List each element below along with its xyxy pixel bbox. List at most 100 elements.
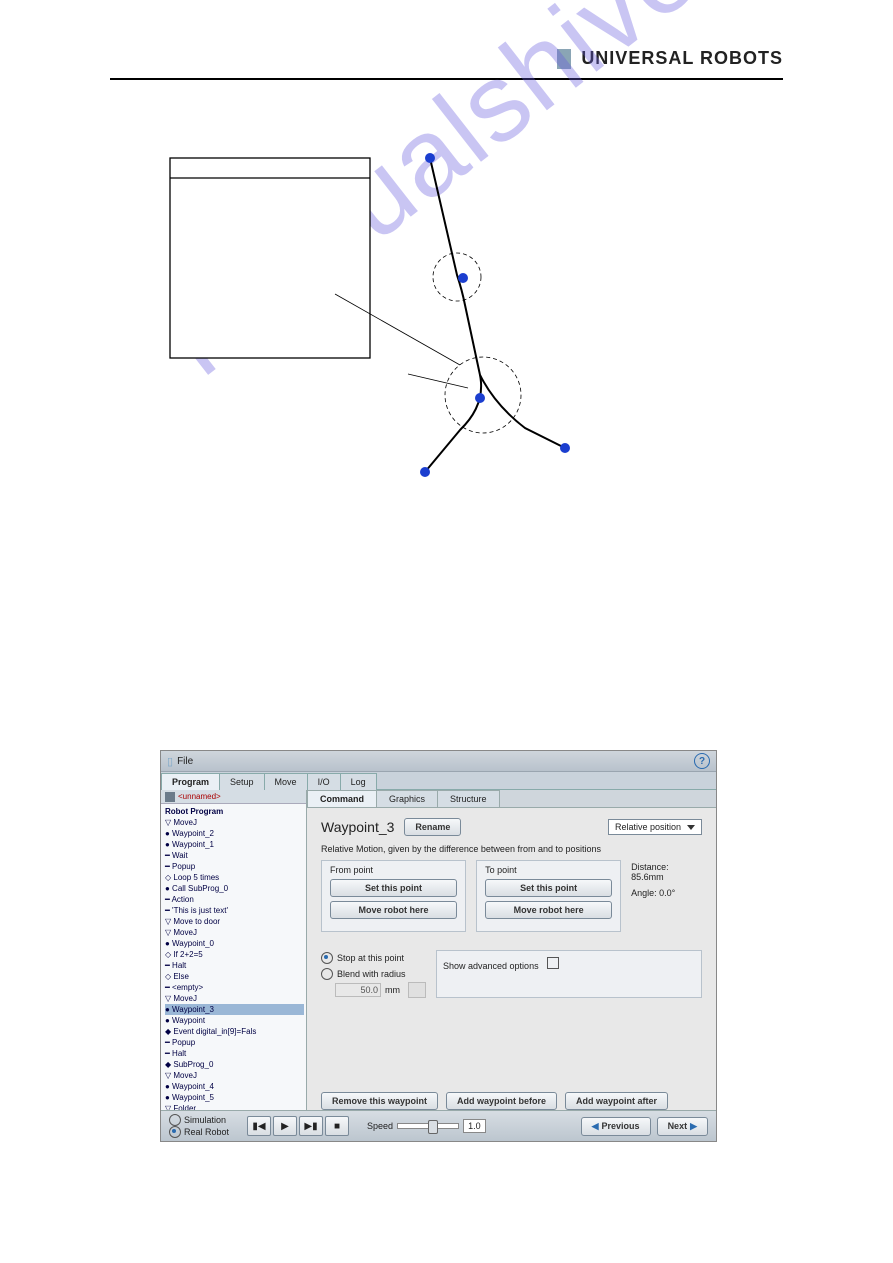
from-point-label: From point: [330, 865, 457, 875]
slider-thumb-icon: [428, 1120, 438, 1134]
next-button[interactable]: Next: [657, 1117, 708, 1136]
tree-node[interactable]: ━ Popup: [165, 1037, 304, 1048]
set-to-point-button[interactable]: Set this point: [485, 879, 612, 897]
brand-name: UNIVERSAL ROBOTS: [581, 48, 783, 68]
advanced-options-label: Show advanced options: [443, 961, 539, 971]
to-point-label: To point: [485, 865, 612, 875]
window-titlebar: ▯ File ?: [161, 751, 716, 772]
tree-node[interactable]: ▽ MoveJ: [165, 927, 304, 938]
tree-node[interactable]: ▽ MoveJ: [165, 993, 304, 1004]
tree-node[interactable]: Robot Program: [165, 806, 304, 817]
distance-readout: Distance: 85.6mm: [631, 862, 702, 882]
speed-slider[interactable]: [397, 1123, 459, 1129]
tab-move[interactable]: Move: [264, 773, 308, 790]
play-button[interactable]: ▶: [273, 1116, 297, 1136]
tree-node[interactable]: ━ Wait: [165, 850, 304, 861]
file-menu[interactable]: File: [177, 756, 193, 767]
previous-button[interactable]: Previous: [581, 1117, 651, 1136]
tree-node[interactable]: ━ Popup: [165, 861, 304, 872]
tree-node[interactable]: ● Call SubProg_0: [165, 883, 304, 894]
blend-radio-label: Blend with radius: [337, 966, 406, 982]
from-point-box: From point Set this point Move robot her…: [321, 860, 466, 932]
tree-node[interactable]: ━ <empty>: [165, 982, 304, 993]
move-robot-to-button[interactable]: Move robot here: [485, 901, 612, 919]
real-robot-label: Real Robot: [184, 1127, 229, 1138]
add-waypoint-after-button[interactable]: Add waypoint after: [565, 1092, 668, 1110]
tab-program[interactable]: Program: [161, 773, 220, 790]
tree-node[interactable]: ◇ If 2+2=5: [165, 949, 304, 960]
advanced-options-checkbox[interactable]: [547, 957, 559, 969]
step-button[interactable]: ▶▮: [299, 1116, 323, 1136]
blend-keypad-button[interactable]: [408, 982, 426, 998]
waypoint-type-dropdown[interactable]: Relative position: [608, 819, 702, 835]
blend-unit: mm: [385, 982, 400, 998]
tree-node[interactable]: ● Waypoint_5: [165, 1092, 304, 1103]
simulation-radio[interactable]: [169, 1114, 181, 1126]
program-name: <unnamed>: [178, 791, 221, 802]
chevron-down-icon: [687, 825, 695, 830]
waypoint-type-value: Relative position: [615, 822, 681, 832]
tree-node[interactable]: ● Waypoint_0: [165, 938, 304, 949]
blend-options: Stop at this point Blend with radius mm: [321, 950, 426, 998]
stop-button[interactable]: ■: [325, 1116, 349, 1136]
command-panel: Command Graphics Structure Waypoint_3 Re…: [307, 790, 716, 1118]
tree-node[interactable]: ▽ MoveJ: [165, 817, 304, 828]
waypoint-description: Relative Motion, given by the difference…: [321, 844, 702, 854]
tab-log[interactable]: Log: [340, 773, 377, 790]
page-header: UNIVERSAL ROBOTS: [557, 48, 783, 69]
waypoint-title: Waypoint_3: [321, 819, 394, 835]
relative-info: Distance: 85.6mm Angle: 0.0°: [631, 860, 702, 898]
stop-radio-label: Stop at this point: [337, 950, 404, 966]
tree-node[interactable]: ▽ Move to door: [165, 916, 304, 927]
stop-radio[interactable]: [321, 952, 333, 964]
program-tree-panel: <unnamed> Robot Program ▽ MoveJ ● Waypoi…: [161, 790, 307, 1118]
polyscope-window: ▯ File ? Program Setup Move I/O Log <unn…: [160, 750, 717, 1142]
real-robot-radio[interactable]: [169, 1126, 181, 1138]
tree-node[interactable]: ◇ Else: [165, 971, 304, 982]
set-from-point-button[interactable]: Set this point: [330, 879, 457, 897]
subtab-structure[interactable]: Structure: [437, 790, 500, 807]
rewind-button[interactable]: ▮◀: [247, 1116, 271, 1136]
tree-node[interactable]: ━ Halt: [165, 1048, 304, 1059]
blend-radio[interactable]: [321, 968, 333, 980]
brand-logo-icon: [557, 49, 571, 69]
program-tree[interactable]: Robot Program ▽ MoveJ ● Waypoint_2 ● Way…: [161, 804, 306, 1118]
tree-node[interactable]: ● Waypoint_2: [165, 828, 304, 839]
main-tab-bar: Program Setup Move I/O Log: [161, 772, 716, 790]
header-rule: [110, 78, 783, 80]
speed-control: Speed 1.0: [367, 1119, 486, 1133]
sub-tab-bar: Command Graphics Structure: [307, 790, 716, 808]
tab-setup[interactable]: Setup: [219, 773, 265, 790]
blend-diagram: [160, 150, 600, 510]
to-point-box: To point Set this point Move robot here: [476, 860, 621, 932]
tree-node[interactable]: ━ Action: [165, 894, 304, 905]
transport-controls: ▮◀ ▶ ▶▮ ■: [247, 1116, 349, 1136]
tree-node[interactable]: ● Waypoint_1: [165, 839, 304, 850]
remove-waypoint-button[interactable]: Remove this waypoint: [321, 1092, 438, 1110]
tree-node-selected[interactable]: ● Waypoint_3: [165, 1004, 304, 1015]
tree-node[interactable]: ▽ MoveJ: [165, 1070, 304, 1081]
tab-io[interactable]: I/O: [307, 773, 341, 790]
tree-node[interactable]: ◇ Loop 5 times: [165, 872, 304, 883]
tree-node[interactable]: ◆ Event digital_in[9]=Fals: [165, 1026, 304, 1037]
program-name-bar[interactable]: <unnamed>: [161, 790, 306, 804]
subtab-command[interactable]: Command: [307, 790, 377, 807]
angle-readout: Angle: 0.0°: [631, 888, 702, 898]
blend-radius-input[interactable]: [335, 983, 381, 997]
speed-value: 1.0: [463, 1119, 486, 1133]
add-waypoint-before-button[interactable]: Add waypoint before: [446, 1092, 557, 1110]
rename-button[interactable]: Rename: [404, 818, 461, 836]
speed-label: Speed: [367, 1121, 393, 1131]
move-robot-from-button[interactable]: Move robot here: [330, 901, 457, 919]
tree-node[interactable]: ● Waypoint: [165, 1015, 304, 1026]
tree-node[interactable]: ● Waypoint_4: [165, 1081, 304, 1092]
tree-node[interactable]: ◆ SubProg_0: [165, 1059, 304, 1070]
advanced-options-box: Show advanced options: [436, 950, 702, 998]
save-icon: [165, 792, 175, 802]
help-icon[interactable]: ?: [694, 753, 710, 769]
tree-node[interactable]: ━ 'This is just text': [165, 905, 304, 916]
subtab-graphics[interactable]: Graphics: [376, 790, 438, 807]
tree-node[interactable]: ━ Halt: [165, 960, 304, 971]
simulation-label: Simulation: [184, 1115, 226, 1126]
footer-bar: Simulation Real Robot ▮◀ ▶ ▶▮ ■ Speed 1.…: [161, 1110, 716, 1141]
